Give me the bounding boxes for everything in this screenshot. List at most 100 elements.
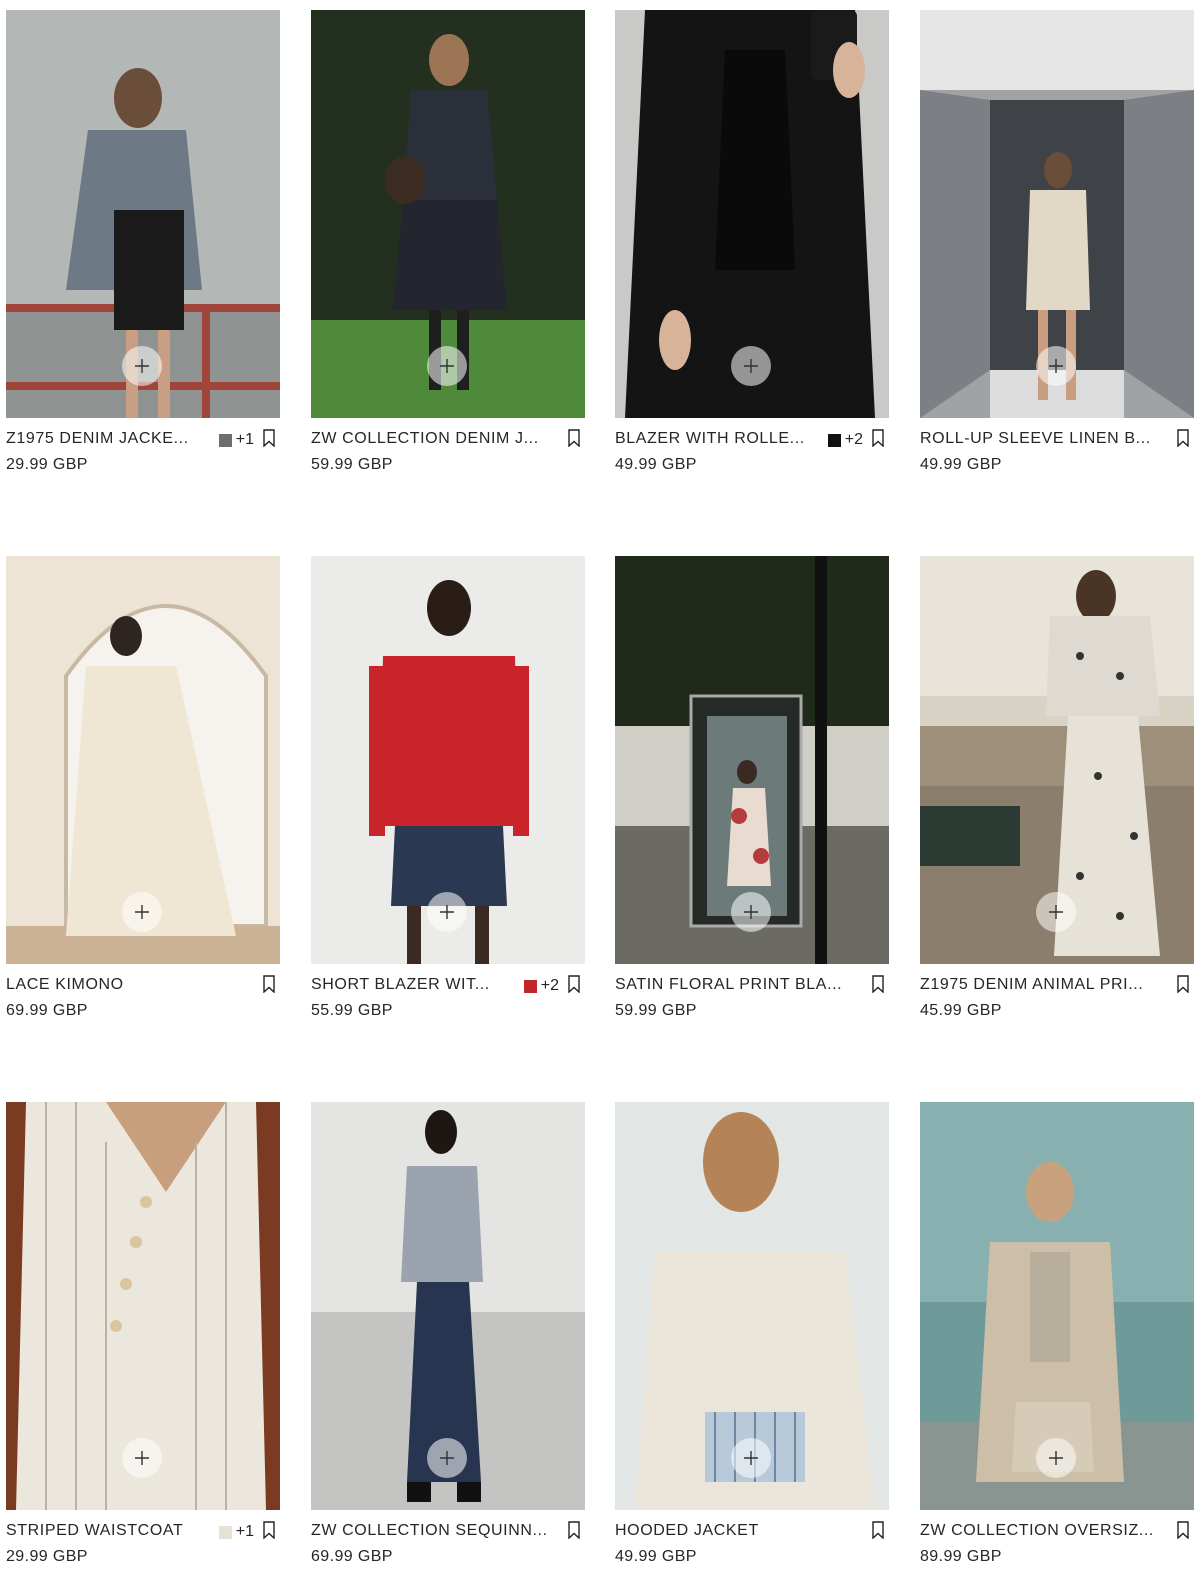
product-info: STRIPED WAISTCOAT +1 29.99 GBP (6, 1510, 280, 1569)
add-to-bag-button[interactable] (1036, 346, 1076, 386)
product-image[interactable] (920, 10, 1194, 418)
color-swatch (218, 1525, 232, 1539)
color-swatch (218, 433, 232, 447)
product-info: BLAZER WITH ROLLE... +2 49.99 GBP (615, 418, 889, 478)
product-grid: Z1975 DENIM JACKE... +1 29.99 GBP ZW COL… (0, 0, 1200, 1569)
plus-icon (744, 1451, 758, 1465)
product-price: 55.99 GBP (311, 1002, 393, 1019)
product-card[interactable]: ZW COLLECTION SEQUINN... 69.99 GBP (311, 1102, 585, 1569)
product-name[interactable]: Z1975 DENIM JACKE... (6, 430, 211, 448)
bookmark-icon[interactable] (262, 975, 276, 994)
product-info: SHORT BLAZER WIT... +2 55.99 GBP (311, 964, 585, 1024)
product-card[interactable]: BLAZER WITH ROLLE... +2 49.99 GBP (615, 10, 889, 478)
product-price: 89.99 GBP (920, 1548, 1002, 1565)
plus-icon (135, 905, 149, 919)
product-image[interactable] (311, 1102, 585, 1510)
product-card[interactable]: LACE KIMONO 69.99 GBP (6, 556, 280, 1024)
color-options[interactable]: +2 (827, 431, 863, 449)
color-options[interactable]: +1 (218, 431, 254, 449)
product-card[interactable]: SHORT BLAZER WIT... +2 55.99 GBP (311, 556, 585, 1024)
plus-icon (1049, 905, 1063, 919)
add-to-bag-button[interactable] (427, 1438, 467, 1478)
more-colors-count: +1 (235, 431, 254, 448)
product-image[interactable] (6, 10, 280, 418)
product-image[interactable] (6, 1102, 280, 1510)
bookmark-icon[interactable] (871, 975, 885, 994)
add-to-bag-button[interactable] (122, 892, 162, 932)
product-image[interactable] (311, 10, 585, 418)
product-card[interactable]: ZW COLLECTION DENIM J... 59.99 GBP (311, 10, 585, 478)
add-to-bag-button[interactable] (1036, 1438, 1076, 1478)
product-card[interactable]: SATIN FLORAL PRINT BLA... 59.99 GBP (615, 556, 889, 1024)
product-card[interactable]: ROLL-UP SLEEVE LINEN B... 49.99 GBP (920, 10, 1194, 478)
product-price: 59.99 GBP (311, 456, 393, 473)
product-image[interactable] (6, 556, 280, 964)
add-to-bag-button[interactable] (427, 346, 467, 386)
product-price: 69.99 GBP (311, 1548, 393, 1565)
add-to-bag-button[interactable] (122, 1438, 162, 1478)
add-to-bag-button[interactable] (731, 1438, 771, 1478)
product-price: 45.99 GBP (920, 1002, 1002, 1019)
bookmark-icon[interactable] (871, 1521, 885, 1540)
product-name[interactable]: STRIPED WAISTCOAT (6, 1522, 211, 1540)
bookmark-icon[interactable] (567, 1521, 581, 1540)
product-name[interactable]: ZW COLLECTION SEQUINN... (311, 1522, 551, 1540)
color-swatch (523, 979, 537, 993)
product-price: 49.99 GBP (920, 456, 1002, 473)
product-card[interactable]: Z1975 DENIM ANIMAL PRI... 45.99 GBP (920, 556, 1194, 1024)
product-image[interactable] (615, 556, 889, 964)
product-card[interactable]: ZW COLLECTION OVERSIZ... 89.99 GBP (920, 1102, 1194, 1569)
add-to-bag-button[interactable] (731, 892, 771, 932)
color-options[interactable]: +2 (523, 977, 559, 995)
product-card[interactable]: STRIPED WAISTCOAT +1 29.99 GBP (6, 1102, 280, 1569)
product-card[interactable]: Z1975 DENIM JACKE... +1 29.99 GBP (6, 10, 280, 478)
product-name[interactable]: Z1975 DENIM ANIMAL PRI... (920, 976, 1160, 994)
more-colors-count: +1 (235, 1523, 254, 1540)
product-info: HOODED JACKET 49.99 GBP (615, 1510, 889, 1569)
product-image[interactable] (311, 556, 585, 964)
bookmark-icon[interactable] (567, 429, 581, 448)
product-info: ZW COLLECTION SEQUINN... 69.99 GBP (311, 1510, 585, 1569)
product-name[interactable]: ROLL-UP SLEEVE LINEN B... (920, 430, 1160, 448)
product-info: Z1975 DENIM JACKE... +1 29.99 GBP (6, 418, 280, 478)
product-image[interactable] (920, 556, 1194, 964)
product-card[interactable]: HOODED JACKET 49.99 GBP (615, 1102, 889, 1569)
bookmark-icon[interactable] (567, 975, 581, 994)
product-name[interactable]: SATIN FLORAL PRINT BLA... (615, 976, 855, 994)
bookmark-icon[interactable] (871, 429, 885, 448)
product-name[interactable]: ZW COLLECTION OVERSIZ... (920, 1522, 1160, 1540)
add-to-bag-button[interactable] (1036, 892, 1076, 932)
product-name[interactable]: SHORT BLAZER WIT... (311, 976, 516, 994)
add-to-bag-button[interactable] (122, 346, 162, 386)
product-image[interactable] (615, 1102, 889, 1510)
product-price: 29.99 GBP (6, 1548, 88, 1565)
product-info: LACE KIMONO 69.99 GBP (6, 964, 280, 1024)
product-price: 69.99 GBP (6, 1002, 88, 1019)
plus-icon (135, 359, 149, 373)
product-image[interactable] (615, 10, 889, 418)
product-image[interactable] (920, 1102, 1194, 1510)
product-name[interactable]: BLAZER WITH ROLLE... (615, 430, 820, 448)
product-info: ZW COLLECTION DENIM J... 59.99 GBP (311, 418, 585, 478)
bookmark-icon[interactable] (262, 429, 276, 448)
more-colors-count: +2 (540, 977, 559, 994)
product-name[interactable]: HOODED JACKET (615, 1522, 820, 1540)
product-info: ROLL-UP SLEEVE LINEN B... 49.99 GBP (920, 418, 1194, 478)
add-to-bag-button[interactable] (427, 892, 467, 932)
color-options[interactable]: +1 (218, 1523, 254, 1541)
bookmark-icon[interactable] (1176, 1521, 1190, 1540)
plus-icon (440, 905, 454, 919)
product-name[interactable]: LACE KIMONO (6, 976, 211, 994)
product-price: 49.99 GBP (615, 456, 697, 473)
product-name[interactable]: ZW COLLECTION DENIM J... (311, 430, 546, 448)
product-price: 59.99 GBP (615, 1002, 697, 1019)
plus-icon (1049, 1451, 1063, 1465)
product-info: SATIN FLORAL PRINT BLA... 59.99 GBP (615, 964, 889, 1024)
bookmark-icon[interactable] (262, 1521, 276, 1540)
add-to-bag-button[interactable] (731, 346, 771, 386)
bookmark-icon[interactable] (1176, 429, 1190, 448)
plus-icon (1049, 359, 1063, 373)
product-info: ZW COLLECTION OVERSIZ... 89.99 GBP (920, 1510, 1194, 1569)
bookmark-icon[interactable] (1176, 975, 1190, 994)
plus-icon (440, 359, 454, 373)
